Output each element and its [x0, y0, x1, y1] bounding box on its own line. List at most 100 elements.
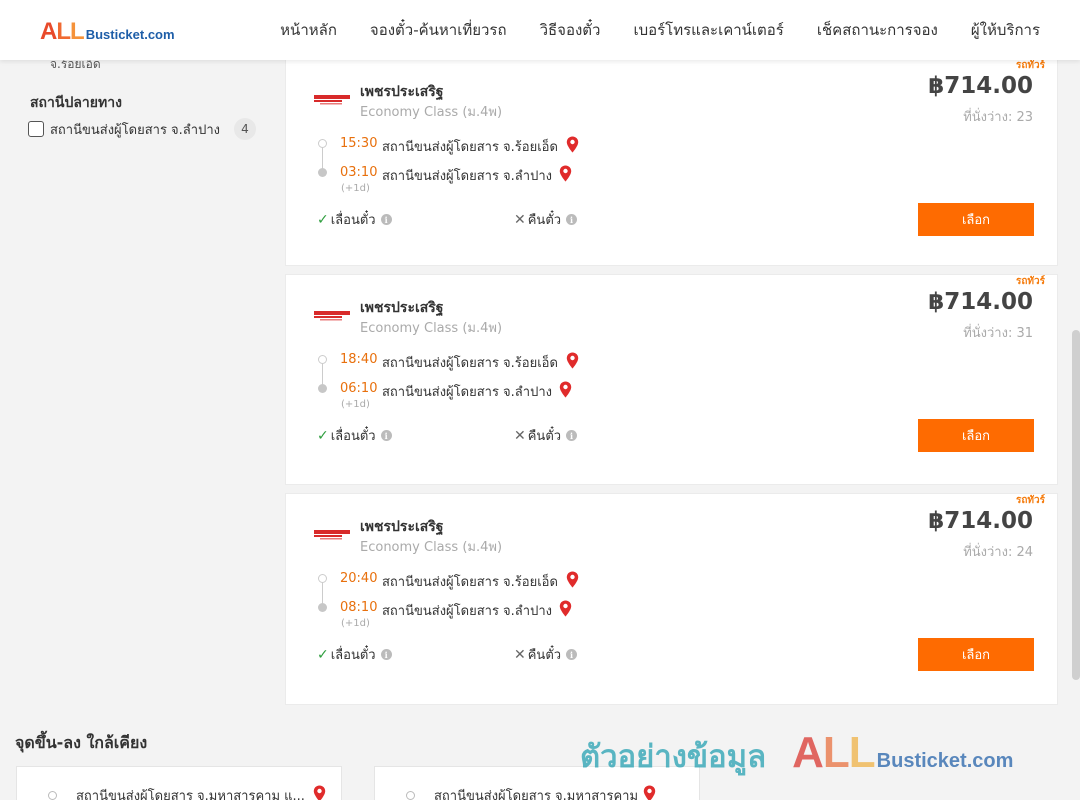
refund-label: คืนตั๋ว	[527, 429, 562, 444]
nav-book-search[interactable]: จองตั๋ว-ค้นหาเที่ยวรถ	[370, 18, 507, 42]
reschedule-feature: ✓ เลื่อนตั๋ว i	[317, 644, 392, 665]
departure-dot	[318, 139, 327, 148]
nav-how-to-book[interactable]: วิธีจองตั๋ว	[540, 18, 601, 42]
map-pin-icon[interactable]	[566, 571, 579, 588]
arrival-dot	[318, 384, 327, 393]
operator-name: เพชรประเสริฐ	[360, 519, 444, 535]
nav-contact-counter[interactable]: เบอร์โทรและเคาน์เตอร์	[633, 18, 783, 42]
site-header: ALL Busticket.com หน้าหลัก จองตั๋ว-ค้นหา…	[0, 0, 1080, 60]
select-trip-button[interactable]: เลือก	[918, 638, 1034, 671]
nav-check-booking[interactable]: เช็คสถานะการจอง	[817, 18, 938, 42]
sample-data-watermark: ตัวอย่างข้อมูล ALL Busticket.com	[580, 728, 1013, 781]
destination-checkbox[interactable]	[28, 121, 44, 137]
info-icon[interactable]: i	[380, 649, 392, 660]
nearby-stops-title: จุดขึ้น-ลง ใกล้เคียง	[15, 733, 148, 752]
trip-price: ฿714.00	[928, 508, 1033, 534]
nav-home[interactable]: หน้าหลัก	[280, 18, 337, 42]
departure-time: 15:30	[340, 136, 378, 151]
trip-price: ฿714.00	[928, 289, 1033, 315]
seats-available: ที่นั่งว่าง: 23	[963, 110, 1033, 125]
watermark-text: ตัวอย่างข้อมูล	[580, 739, 767, 775]
check-icon: ✓	[317, 646, 329, 663]
bus-class: Economy Class (ม.4พ)	[360, 540, 503, 555]
bus-class: Economy Class (ม.4พ)	[360, 105, 503, 120]
arrival-time: 08:10	[340, 600, 378, 615]
destination-option-count: 4	[234, 118, 256, 140]
operator-logo-icon	[314, 311, 350, 321]
seats-available: ที่นั่งว่าง: 31	[963, 326, 1033, 341]
main-nav: หน้าหลัก จองตั๋ว-ค้นหาเที่ยวรถ วิธีจองตั…	[280, 0, 1040, 60]
nearby-stop-name: สถานีขนส่งผู้โดยสาร จ.มหาสารคาม แ...	[76, 789, 305, 800]
trip-price: ฿714.00	[928, 73, 1033, 99]
nav-operators[interactable]: ผู้ให้บริการ	[971, 18, 1040, 42]
map-pin-icon[interactable]	[559, 381, 572, 398]
arrival-station: สถานีขนส่งผู้โดยสาร จ.ลำปาง	[382, 604, 552, 619]
page-scrollbar[interactable]	[1072, 330, 1080, 680]
operator-name: เพชรประเสริฐ	[360, 300, 444, 316]
map-pin-icon[interactable]	[566, 352, 579, 369]
next-day-indicator: (+1d)	[341, 399, 370, 410]
map-pin-icon[interactable]	[559, 600, 572, 617]
bus-type-badge: รถทัวร์	[1015, 60, 1045, 71]
arrival-station: สถานีขนส่งผู้โดยสาร จ.ลำปาง	[382, 385, 552, 400]
site-logo[interactable]: ALL Busticket.com	[40, 18, 175, 46]
departure-time: 18:40	[340, 352, 378, 367]
cross-icon: ✕	[514, 211, 526, 228]
bus-type-badge: รถทัวร์	[1015, 495, 1045, 506]
next-day-indicator: (+1d)	[341, 183, 370, 194]
arrival-time: 03:10	[340, 165, 378, 180]
destination-filter-option[interactable]: สถานีขนส่งผู้โดยสาร จ.ลำปาง 4	[28, 118, 256, 140]
map-pin-icon[interactable]	[313, 785, 326, 800]
departure-dot	[318, 574, 327, 583]
reschedule-feature: ✓ เลื่อนตั๋ว i	[317, 209, 392, 230]
info-icon[interactable]: i	[380, 214, 392, 225]
cross-icon: ✕	[514, 427, 526, 444]
cross-icon: ✕	[514, 646, 526, 663]
refund-label: คืนตั๋ว	[527, 213, 562, 228]
info-icon[interactable]: i	[380, 430, 392, 441]
stop-dot	[48, 791, 57, 800]
seats-available: ที่นั่งว่าง: 24	[963, 545, 1033, 560]
departure-station: สถานีขนส่งผู้โดยสาร จ.ร้อยเอ็ด	[382, 575, 558, 590]
reschedule-label: เลื่อนตั๋ว	[330, 648, 376, 663]
select-trip-button[interactable]: เลือก	[918, 203, 1034, 236]
map-pin-icon[interactable]	[643, 785, 656, 800]
next-day-indicator: (+1d)	[341, 618, 370, 629]
info-icon[interactable]: i	[566, 649, 578, 660]
logo-all: ALL	[40, 18, 85, 45]
operator-logo-icon	[314, 530, 350, 540]
refund-feature: ✕ คืนตั๋ว i	[514, 644, 578, 665]
arrival-time: 06:10	[340, 381, 378, 396]
nearby-stop-name: สถานีขนส่งผู้โดยสาร จ.มหาสารคาม	[434, 789, 639, 800]
operator-logo-icon	[314, 95, 350, 105]
select-trip-button[interactable]: เลือก	[918, 419, 1034, 452]
watermark-logo-rest: Busticket.com	[876, 750, 1014, 772]
trip-card: รถทัวร์ เพชรประเสริฐ Economy Class (ม.4พ…	[285, 274, 1058, 485]
trip-card: รถทัวร์ เพชรประเสริฐ Economy Class (ม.4พ…	[285, 58, 1058, 266]
refund-label: คืนตั๋ว	[527, 648, 562, 663]
watermark-logo-all: ALL	[792, 728, 876, 777]
arrival-dot	[318, 168, 327, 177]
departure-station: สถานีขนส่งผู้โดยสาร จ.ร้อยเอ็ด	[382, 140, 558, 155]
departure-dot	[318, 355, 327, 364]
info-icon[interactable]: i	[566, 214, 578, 225]
trip-card: รถทัวร์ เพชรประเสริฐ Economy Class (ม.4พ…	[285, 493, 1058, 705]
nearby-stop-card[interactable]: สถานีขนส่งผู้โดยสาร จ.มหาสารคาม แ...	[16, 766, 342, 800]
stop-dot	[406, 791, 415, 800]
bus-type-badge: รถทัวร์	[1015, 276, 1045, 287]
map-pin-icon[interactable]	[559, 165, 572, 182]
logo-rest: Busticket.com	[85, 27, 175, 42]
arrival-station: สถานีขนส่งผู้โดยสาร จ.ลำปาง	[382, 169, 552, 184]
destination-filter-title: สถานีปลายทาง	[30, 95, 122, 111]
check-icon: ✓	[317, 211, 329, 228]
bus-class: Economy Class (ม.4พ)	[360, 321, 503, 336]
refund-feature: ✕ คืนตั๋ว i	[514, 209, 578, 230]
operator-name: เพชรประเสริฐ	[360, 84, 444, 100]
refund-feature: ✕ คืนตั๋ว i	[514, 425, 578, 446]
departure-station: สถานีขนส่งผู้โดยสาร จ.ร้อยเอ็ด	[382, 356, 558, 371]
check-icon: ✓	[317, 427, 329, 444]
map-pin-icon[interactable]	[566, 136, 579, 153]
reschedule-label: เลื่อนตั๋ว	[330, 429, 376, 444]
info-icon[interactable]: i	[566, 430, 578, 441]
destination-option-label: สถานีขนส่งผู้โดยสาร จ.ลำปาง	[50, 122, 220, 138]
